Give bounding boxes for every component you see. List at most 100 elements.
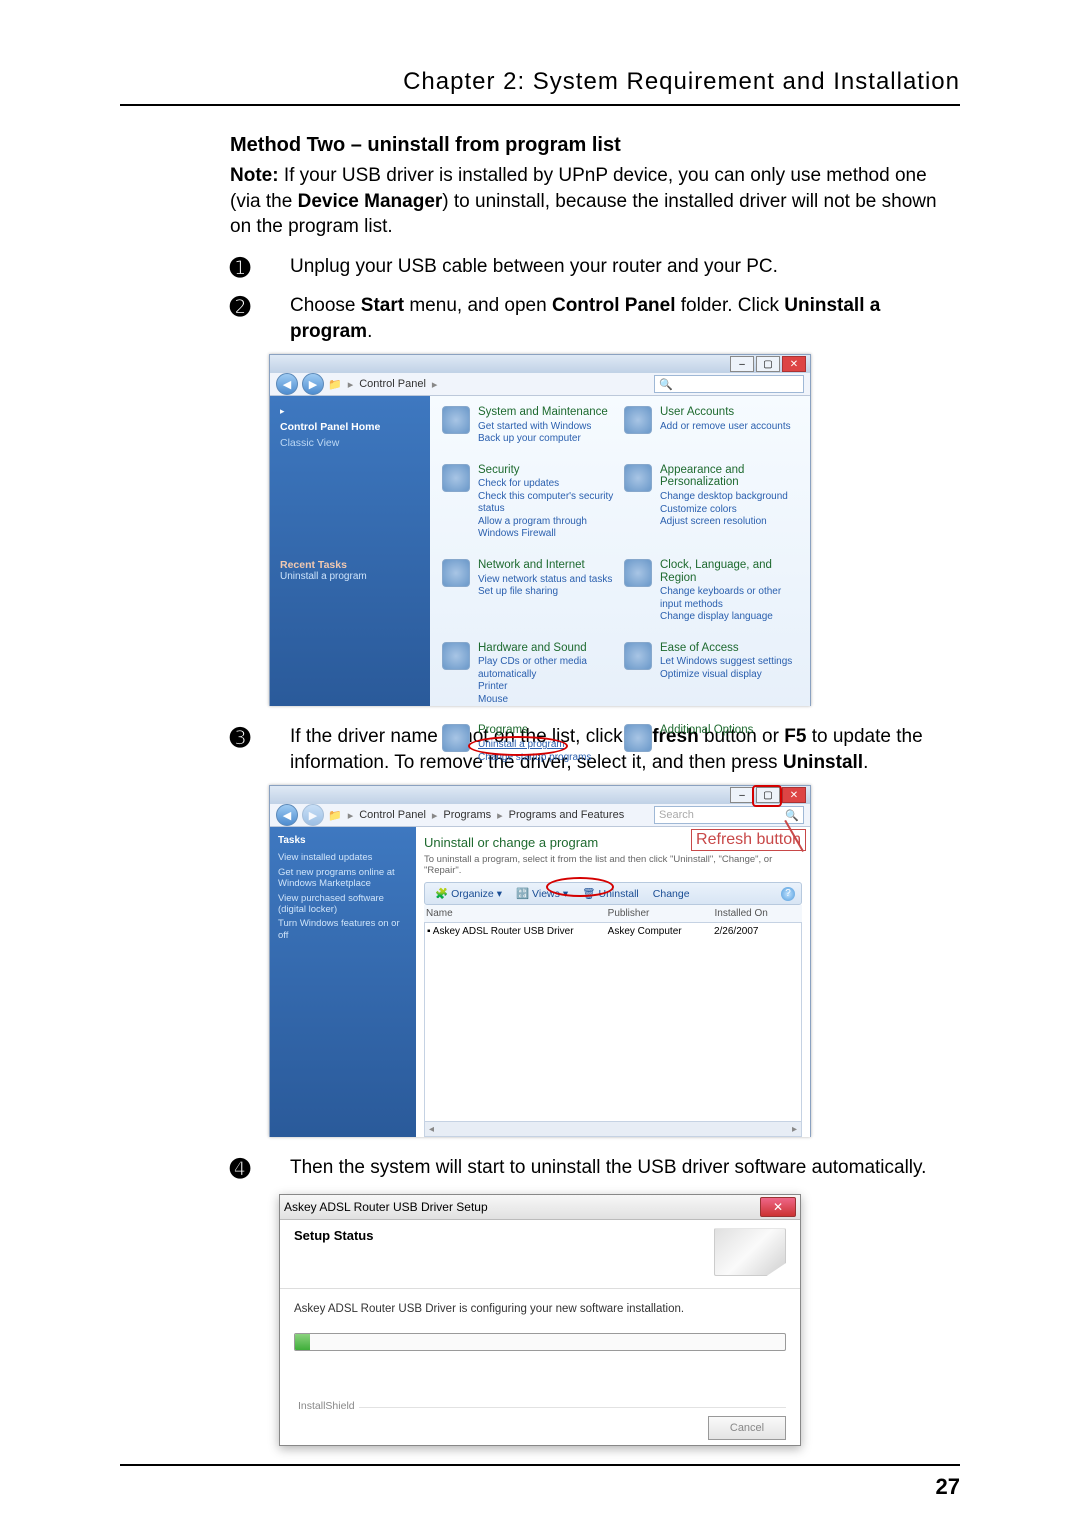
link-file-sharing[interactable]: Set up file sharing (478, 586, 612, 599)
link-mouse[interactable]: Mouse (478, 694, 616, 707)
cat-user-accounts[interactable]: User Accounts Add or remove user account… (624, 406, 798, 446)
list-header: Name Publisher Installed On (424, 905, 802, 923)
uninstall-label: Uninstall (599, 888, 639, 900)
help-button[interactable]: ? (781, 887, 795, 901)
s3-t4: . (863, 752, 868, 773)
link-display-lang[interactable]: Change display language (660, 611, 798, 624)
cat-system-maintenance[interactable]: System and Maintenance Get started with … (442, 406, 616, 446)
minimize-button[interactable]: – (730, 787, 754, 803)
cat-clock-lang[interactable]: Clock, Language, and Region Change keybo… (624, 559, 798, 624)
back-button[interactable]: ◀ (276, 804, 298, 826)
sidebar-classic-view[interactable]: Classic View (280, 437, 420, 449)
step-1-text: Unplug your USB cable between your route… (290, 254, 960, 280)
folder-icon: 📁 (328, 378, 342, 391)
cat-additional[interactable]: Additional Options (624, 724, 798, 764)
tasks-heading: Tasks (278, 835, 408, 846)
uninstall-button[interactable]: 🗑 Uninstall (578, 885, 643, 902)
maximize-button[interactable]: ▢ (756, 356, 780, 372)
task-windows-features[interactable]: Turn Windows features on or off (278, 918, 408, 941)
close-button[interactable]: ✕ (782, 787, 806, 803)
close-button[interactable]: ✕ (760, 1197, 796, 1217)
cat-title: Appearance and Personalization (660, 464, 798, 489)
col-publisher[interactable]: Publisher (608, 908, 715, 919)
change-label: Change (653, 888, 690, 900)
link-network-status[interactable]: View network status and tasks (478, 574, 612, 587)
link-add-remove-users[interactable]: Add or remove user accounts (660, 421, 791, 434)
link-desktop-bg[interactable]: Change desktop background (660, 491, 798, 504)
link-startup-programs[interactable]: Change startup programs (478, 752, 591, 765)
uninstall-subtext: To uninstall a program, select it from t… (424, 854, 802, 876)
dialog-footer: InstallShield Cancel (294, 1407, 786, 1440)
breadcrumb-features[interactable]: Programs and Features (509, 809, 625, 821)
progress-bar (294, 1333, 786, 1351)
link-get-started[interactable]: Get started with Windows (478, 421, 608, 434)
cell-publisher: Askey Computer (608, 926, 714, 937)
link-screen-res[interactable]: Adjust screen resolution (660, 516, 798, 529)
setup-status-heading: Setup Status (294, 1228, 373, 1243)
search-placeholder: Search (659, 809, 694, 821)
maximize-button[interactable]: ▢ (756, 787, 780, 803)
table-row[interactable]: ▪ Askey ADSL Router USB Driver Askey Com… (425, 923, 801, 940)
link-customize-colors[interactable]: Customize colors (660, 504, 798, 517)
step-2-number: ➋ (230, 293, 290, 322)
step-4-number: ➍ (230, 1155, 290, 1184)
search-box[interactable]: 🔍 (654, 375, 804, 393)
chevron-down-icon: ▾ (497, 888, 502, 900)
link-keyboards[interactable]: Change keyboards or other input methods (660, 586, 798, 611)
minimize-button[interactable]: – (730, 356, 754, 372)
views-button[interactable]: 🔡 Views ▾ (512, 885, 572, 902)
forward-button[interactable]: ▶ (302, 373, 324, 395)
task-view-updates[interactable]: View installed updates (278, 852, 408, 863)
cat-title: Programs (478, 724, 591, 737)
user-accounts-icon (624, 406, 652, 434)
forward-button[interactable]: ▶ (302, 804, 324, 826)
step-3-number: ➌ (230, 724, 290, 753)
horizontal-scrollbar[interactable]: ◂▸ (425, 1121, 801, 1136)
method-note: Note: If your USB driver is installed by… (230, 163, 960, 240)
cat-programs[interactable]: Programs Uninstall a program Change star… (442, 724, 616, 764)
cat-ease-access[interactable]: Ease of Access Let Windows suggest setti… (624, 642, 798, 707)
additional-icon (624, 724, 652, 752)
link-printer[interactable]: Printer (478, 681, 616, 694)
breadcrumb-cp[interactable]: Control Panel (359, 809, 426, 821)
col-name[interactable]: Name (426, 908, 608, 919)
task-marketplace[interactable]: Get new programs online at Windows Marke… (278, 867, 408, 890)
cancel-button[interactable]: Cancel (708, 1416, 786, 1440)
link-uninstall-program[interactable]: Uninstall a program (478, 739, 591, 752)
cat-security[interactable]: Security Check for updates Check this co… (442, 464, 616, 541)
organize-button[interactable]: 🧩 Organize ▾ (431, 885, 506, 902)
link-optimize-visual[interactable]: Optimize visual display (660, 669, 792, 682)
program-list[interactable]: ▪ Askey ADSL Router USB Driver Askey Com… (424, 923, 802, 1137)
cat-title: System and Maintenance (478, 406, 608, 419)
task-purchased[interactable]: View purchased software (digital locker) (278, 893, 408, 916)
network-icon (442, 559, 470, 587)
sidebar-recent-item[interactable]: Uninstall a program (280, 571, 420, 582)
link-backup[interactable]: Back up your computer (478, 433, 608, 446)
control-panel-sidebar: ▸ Control Panel Home Classic View Recent… (270, 396, 430, 706)
change-button[interactable]: Change (649, 886, 694, 902)
link-autoplay[interactable]: Play CDs or other media automatically (478, 656, 616, 681)
step-2-text: Choose Start menu, and open Control Pane… (290, 293, 960, 344)
cat-title: Hardware and Sound (478, 642, 616, 655)
sidebar-home[interactable]: Control Panel Home (280, 421, 420, 433)
link-suggest-settings[interactable]: Let Windows suggest settings (660, 656, 792, 669)
cat-appearance[interactable]: Appearance and Personalization Change de… (624, 464, 798, 541)
breadcrumb-programs[interactable]: Programs (443, 809, 491, 821)
sidebar-recent-tasks: Recent Tasks (280, 559, 420, 571)
back-button[interactable]: ◀ (276, 373, 298, 395)
address-bar: ◀ ▶ 📁 ▸ Control Panel ▸ 🔍 (270, 373, 810, 396)
link-check-updates[interactable]: Check for updates (478, 478, 616, 491)
figure-control-panel: – ▢ ✕ ◀ ▶ 📁 ▸ Control Panel ▸ 🔍 ▸ Contro… (269, 354, 811, 706)
crumb-sep: ▸ (348, 378, 354, 391)
col-installed[interactable]: Installed On (715, 908, 800, 919)
link-firewall[interactable]: Allow a program through Windows Firewall (478, 516, 616, 541)
cat-network[interactable]: Network and Internet View network status… (442, 559, 616, 624)
search-box[interactable]: Search 🔍 (654, 806, 804, 824)
figure-programs-features: – ▢ ✕ ◀ ▶ 📁 ▸ Control Panel ▸ Programs ▸… (269, 785, 811, 1137)
cat-hardware[interactable]: Hardware and Sound Play CDs or other med… (442, 642, 616, 707)
close-button[interactable]: ✕ (782, 356, 806, 372)
header-rule (120, 104, 960, 106)
programs-icon (442, 724, 470, 752)
link-check-security[interactable]: Check this computer's security status (478, 491, 616, 516)
breadcrumb-control-panel[interactable]: Control Panel (359, 378, 426, 390)
